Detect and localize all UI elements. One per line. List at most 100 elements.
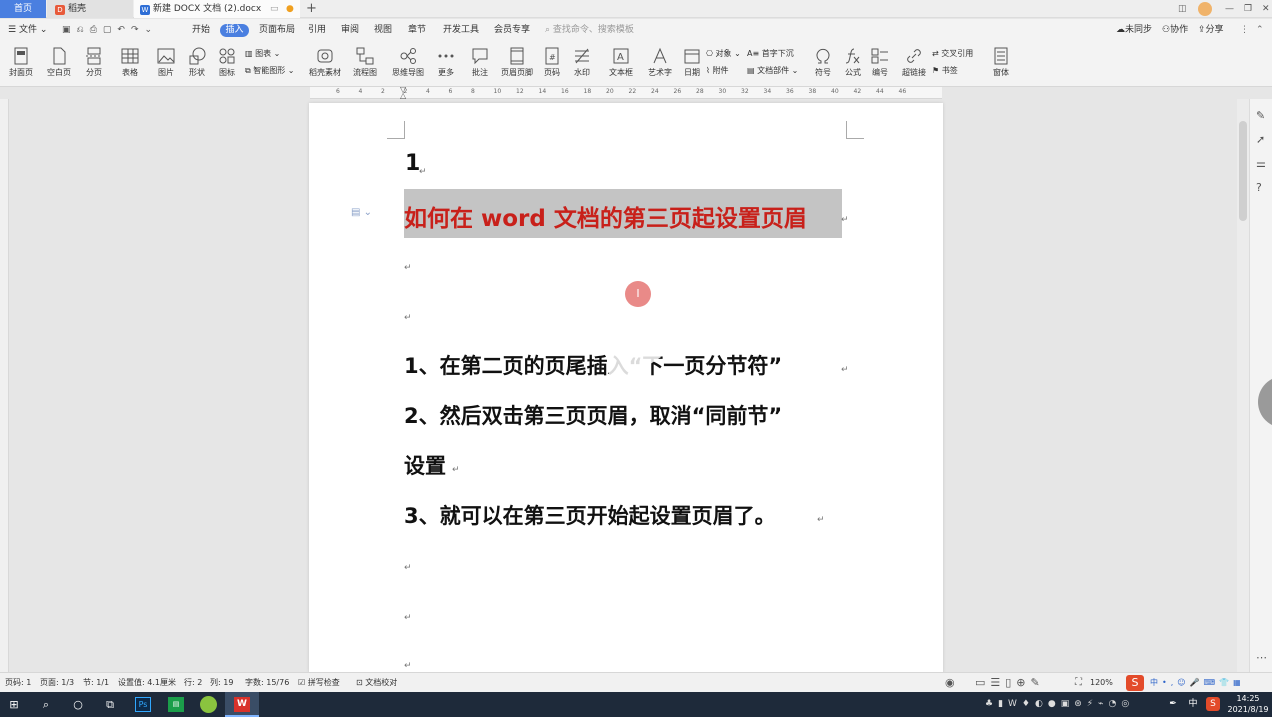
tab-document[interactable]: W 新建 DOCX 文档 (2).docx ▭ ● (134, 0, 300, 18)
tool-comment[interactable]: 批注 (467, 42, 493, 87)
spell-check-toggle[interactable]: ☑ 拼写检查 (298, 673, 340, 693)
menu-reference[interactable]: 引用 (308, 19, 326, 42)
eye-protect-icon[interactable]: ◉ (945, 673, 955, 693)
green-app-icon[interactable]: ▤ (168, 697, 184, 712)
view-mode-icons[interactable]: ▭☰▯⊕✎ (975, 673, 1045, 693)
tool-watermark[interactable]: 水印 (569, 42, 595, 87)
doc-proof-button[interactable]: ⊡ 文档校对 (356, 673, 397, 693)
tab-monitor-icon[interactable]: ▭ (270, 0, 279, 18)
tool-chart[interactable]: ▥ 图表 ⌄ (245, 47, 280, 61)
tab-home[interactable]: 首页 (0, 0, 46, 18)
horizontal-ruler[interactable]: 6 4 2 2 4 6 8 10 12 14 16 18 20 22 24 26 28 30 32 34 36 38 40 4… (310, 86, 942, 100)
status-section[interactable]: 节: 1/1 (83, 673, 109, 693)
step-2[interactable]: 2、然后双击第三页页眉，取消“同前节” (404, 400, 782, 430)
tool-header-footer[interactable]: 页眉页脚 (499, 42, 535, 87)
file-menu[interactable]: ☰ 文件 ⌄ (8, 19, 47, 42)
tool-dropcap[interactable]: A≡ 首字下沉 (747, 47, 794, 61)
tool-crossref[interactable]: ⇄ 交叉引用 (932, 47, 973, 61)
quick-access-icons[interactable]: ▣⎌⎙▢↶↷⌄ (62, 19, 158, 42)
tool-picture[interactable]: 图片 (153, 42, 179, 87)
wps-taskbar-button[interactable]: W (225, 692, 259, 717)
tool-cover-page[interactable]: 封面页 (4, 42, 38, 87)
status-pages[interactable]: 页面: 1/3 (40, 673, 74, 693)
taskbar-search-icon[interactable]: ⌕ (36, 692, 56, 717)
status-words[interactable]: 字数: 15/76 (245, 673, 289, 693)
tool-date[interactable]: 日期 (680, 42, 704, 87)
tool-more[interactable]: 更多 (432, 42, 460, 87)
menu-start[interactable]: 开始 (192, 19, 210, 42)
tool-blank-page[interactable]: 空白页 (42, 42, 76, 87)
tool-form[interactable]: 窗体 (988, 42, 1014, 87)
document-page[interactable]: 1 ↵ ▤ ⌄ 如何在 word 文档的第三页起设置页眉 ↵ ↵ ↵ I 1、在… (309, 103, 943, 673)
tool-smartart[interactable]: ⧉ 智能图形 ⌄ (245, 64, 295, 78)
tool-bookmark[interactable]: ⚑ 书签 (932, 64, 958, 78)
tool-formula[interactable]: 公式 (840, 42, 866, 87)
tool-table[interactable]: 表格 (116, 42, 144, 87)
select-arrow-icon[interactable]: ➚ (1256, 133, 1265, 146)
scroll-thumb[interactable] (1239, 121, 1247, 221)
menu-view[interactable]: 视图 (374, 19, 392, 42)
tool-hyperlink[interactable]: 超链接 (900, 42, 928, 87)
system-tray-icons[interactable]: ♣▮W♦◐●▣⊛⚡⌁◔◎🔊 (985, 692, 1129, 717)
vertical-ruler[interactable] (0, 99, 9, 672)
step-1[interactable]: 1、在第二页的页尾插入“下一页分节符” (404, 350, 782, 380)
taskbar-ime[interactable]: 中 (1186, 692, 1200, 717)
cortana-icon[interactable]: ○ (68, 692, 88, 717)
tool-page-number[interactable]: # 页码 (539, 42, 565, 87)
more-menu-icon[interactable]: ⋮ (1240, 19, 1249, 42)
tool-docparts[interactable]: ▤ 文档部件 ⌄ (747, 64, 798, 78)
step-2-continued[interactable]: 设置 (404, 450, 446, 480)
browser-icon[interactable] (200, 696, 217, 713)
sogou-tray-icon[interactable]: S (1206, 697, 1220, 711)
fit-page-icon[interactable]: ⛶ (1075, 673, 1082, 693)
clock[interactable]: 14:25 2021/8/19 (1226, 693, 1270, 715)
menu-review[interactable]: 审阅 (341, 19, 359, 42)
tool-symbol[interactable]: 符号 (810, 42, 836, 87)
adjust-icon[interactable]: ⚌ (1256, 157, 1266, 170)
status-setting[interactable]: 设置值: 4.1厘米 (118, 673, 176, 693)
menu-page-layout[interactable]: 页面布局 (259, 19, 295, 42)
restore-icon[interactable]: ❐ (1244, 0, 1252, 18)
tool-page-break[interactable]: 分页 (80, 42, 108, 87)
tool-material[interactable]: 稻壳素材 (308, 42, 342, 87)
collapse-ribbon-icon[interactable]: ⌃ (1256, 19, 1264, 42)
command-search[interactable]: ⌕ 查找命令、搜索模板 (545, 19, 634, 42)
sync-button[interactable]: ☁未同步 (1116, 19, 1152, 42)
tool-attachment[interactable]: ⌇ 附件 (706, 64, 728, 78)
tool-wordart[interactable]: 艺术字 (644, 42, 676, 87)
windows-start-icon[interactable]: ⊞ (4, 692, 24, 717)
tab-daoke[interactable]: D 稻壳 (47, 0, 133, 18)
pen-tray-icon[interactable]: ✒ (1168, 692, 1178, 717)
minimize-icon[interactable]: — (1225, 0, 1234, 18)
tool-flowchart[interactable]: 流程图 (349, 42, 381, 87)
tool-icons[interactable]: 图标 (214, 42, 240, 87)
close-icon[interactable]: ✕ (1262, 0, 1270, 18)
indent-marker-icon[interactable]: ▽ △ (400, 86, 406, 100)
tool-textbox[interactable]: A 文本框 (605, 42, 637, 87)
photoshop-icon[interactable]: Ps (135, 697, 151, 712)
edit-pen-icon[interactable]: ✎ (1256, 109, 1265, 122)
ime-toolbar-icons[interactable]: 中•,☺🎤⌨👕▦ (1150, 673, 1245, 693)
tool-object[interactable]: ⎔ 对象 ⌄ (706, 47, 741, 61)
menu-developer[interactable]: 开发工具 (443, 19, 479, 42)
collab-button[interactable]: ⚇协作 (1162, 19, 1188, 42)
task-view-icon[interactable]: ⧉ (100, 692, 120, 717)
menu-member[interactable]: 会员专享 (494, 19, 530, 42)
step-3[interactable]: 3、就可以在第三页开始起设置页眉了。 (404, 500, 776, 530)
panel-more-icon[interactable]: ⋯ (1256, 651, 1267, 664)
menu-chapter[interactable]: 章节 (408, 19, 426, 42)
paragraph-handle-icon[interactable]: ▤ ⌄ (351, 207, 372, 218)
layout-icon[interactable]: ◫ (1178, 0, 1190, 18)
video-play-icon[interactable] (609, 323, 661, 391)
tool-numbering[interactable]: 编号 (868, 42, 892, 87)
document-title[interactable]: 如何在 word 文档的第三页起设置页眉 (404, 199, 807, 233)
sogou-ime-icon[interactable]: S (1126, 675, 1144, 691)
avatar[interactable] (1198, 2, 1212, 16)
vertical-scrollbar[interactable] (1237, 99, 1249, 672)
share-button[interactable]: ⇪分享 (1198, 19, 1224, 42)
menu-insert[interactable]: 插入 (220, 24, 249, 37)
help-icon[interactable]: ? (1256, 181, 1262, 194)
new-tab-button[interactable]: + (306, 0, 317, 18)
zoom-level[interactable]: 120% (1090, 673, 1113, 693)
tool-mindmap[interactable]: 思维导图 (388, 42, 428, 87)
